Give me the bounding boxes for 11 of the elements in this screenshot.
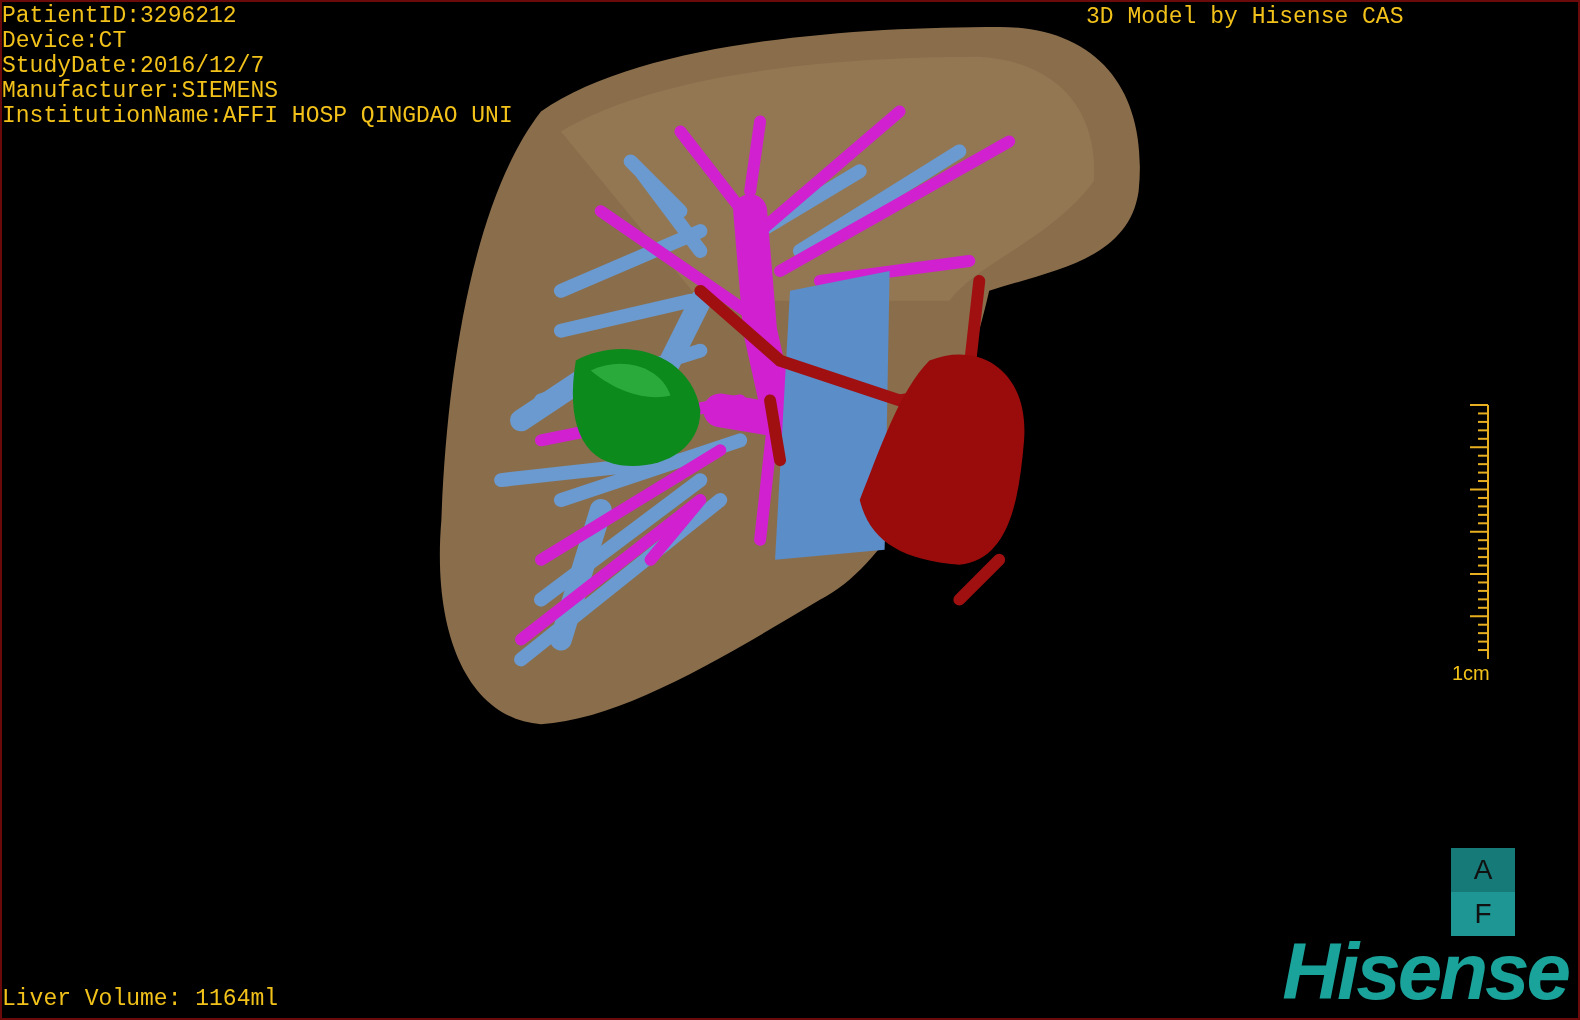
scale-label: 1cm xyxy=(1452,662,1490,685)
patient-info-text: InstitutionName:AFFI HOSP QINGDAO UNI xyxy=(2,104,513,129)
patient-info-text: StudyDate:2016/12/7 xyxy=(2,54,265,79)
orientation-button[interactable]: A xyxy=(1451,848,1515,892)
liver-volume-text: Liver Volume: 1164ml xyxy=(2,987,279,1012)
orientation-button[interactable]: F xyxy=(1451,892,1515,936)
patient-info-text: Device:CT xyxy=(2,29,127,54)
model-caption: 3D Model by Hisense CAS xyxy=(1086,5,1404,30)
patient-info-text: PatientID:3296212 xyxy=(2,4,237,29)
scale-ruler-icon xyxy=(1469,404,1490,660)
patient-info-text: Manufacturer:SIEMENS xyxy=(2,79,279,104)
